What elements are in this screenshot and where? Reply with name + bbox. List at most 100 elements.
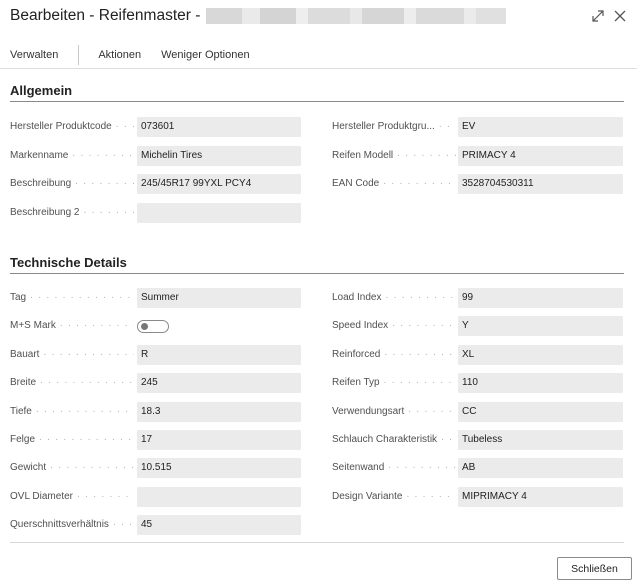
field-label-breite: Breite · · · · · · · · · · · · · · · · ·… [10, 376, 134, 390]
field-label-text: Schlauch Charakteristik [332, 434, 438, 445]
field-value-ovl-diameter[interactable] [137, 486, 301, 507]
label-leader-dots: · · · · · · · · · · · · · · · · · · · · … [408, 405, 456, 417]
field-label-bauart: Bauart · · · · · · · · · · · · · · · · ·… [10, 348, 134, 362]
field-label-text: Tag [10, 292, 27, 303]
field-label-text: Hersteller Produktcode [10, 121, 112, 132]
fewer-options-action[interactable]: Weniger Optionen [161, 49, 249, 61]
field-label-tag: Tag · · · · · · · · · · · · · · · · · · … [10, 291, 134, 305]
field-label-text: Bauart [10, 348, 40, 360]
field-value-reifen-typ[interactable]: 110 [458, 373, 623, 394]
field-value-beschreibung[interactable]: 245/45R17 99YXL PCY4 [137, 174, 301, 194]
field-label-text: Hersteller Produktgru... [332, 121, 435, 132]
window-title-text: Bearbeiten - Reifenmaster - [10, 7, 201, 24]
action-separator [78, 45, 80, 65]
field-label-ovl-diameter: OVL Diameter · · · · · · · · · · · · · ·… [10, 490, 134, 504]
field-value-speed-index[interactable]: Y [458, 316, 623, 337]
field-label-felge: Felge · · · · · · · · · · · · · · · · · … [10, 433, 134, 447]
label-leader-dots: · · · · · · · · · · · · · · · · · · · · … [385, 292, 456, 303]
field-label-text: Gewicht [10, 462, 47, 474]
title-bar: Bearbeiten - Reifenmaster - [0, 0, 637, 36]
field-label-text: Reifen Typ [332, 377, 380, 389]
label-leader-dots: · · · · · · · · · · · · · · · · · · · · … [115, 121, 134, 132]
field-value-querschnittsverhältnis[interactable]: 45 [137, 515, 301, 536]
expand-icon[interactable] [590, 8, 606, 24]
manage-action[interactable]: Verwalten [10, 49, 58, 61]
field-value-hersteller-produktcode[interactable]: 073601 [137, 117, 301, 137]
section-title-general[interactable]: Allgemein [10, 83, 72, 98]
label-leader-dots: · · · · · · · · · · · · · · · · · · · · … [383, 178, 456, 189]
field-value-design-variante[interactable]: MIPRIMACY 4 [458, 486, 623, 507]
field-label-markenname: Markenname · · · · · · · · · · · · · · ·… [10, 149, 134, 163]
label-leader-dots: · · · · · · · · · · · · · · · · · · · · … [438, 121, 456, 132]
field-label-text: Design Variante [332, 490, 403, 502]
field-value-schlauch-charakteristik[interactable]: Tubeless [458, 430, 623, 450]
window-title: Bearbeiten - Reifenmaster - [10, 7, 507, 25]
field-label-seitenwand: Seitenwand · · · · · · · · · · · · · · ·… [332, 461, 456, 475]
field-label-text: Querschnittsverhältnis [10, 519, 109, 531]
label-leader-dots: · · · · · · · · · · · · · · · · · · · · … [112, 519, 134, 531]
field-label-text: Reifen Modell [332, 149, 394, 161]
action-bar: Verwalten Aktionen Weniger Optionen [10, 45, 250, 65]
field-value-verwendungsart[interactable]: CC [458, 401, 623, 422]
toggle-knob [141, 323, 148, 331]
field-value-seitenwand[interactable]: AB [458, 458, 623, 479]
field-label-text: Load Index [332, 292, 382, 303]
field-label-speed-index: Speed Index · · · · · · · · · · · · · · … [332, 319, 456, 333]
field-label-text: Markenname [10, 149, 69, 161]
field-label-design-variante: Design Variante · · · · · · · · · · · · … [332, 490, 456, 504]
field-label-text: Tiefe [10, 405, 32, 417]
section-title-technical[interactable]: Technische Details [10, 255, 127, 270]
field-value-gewicht[interactable]: 10.515 [137, 458, 301, 479]
field-value-hersteller-produktgru[interactable]: EV [458, 117, 623, 137]
field-value-tag[interactable]: Summer [137, 288, 301, 308]
field-label-text: Felge [10, 434, 36, 445]
label-leader-dots: · · · · · · · · · · · · · · · · · · · · … [396, 149, 456, 161]
field-label-querschnittsverhältnis: Querschnittsverhältnis · · · · · · · · ·… [10, 518, 134, 532]
field-label-m-s-mark: M+S Mark · · · · · · · · · · · · · · · ·… [10, 319, 134, 333]
label-leader-dots: · · · · · · · · · · · · · · · · · · · · … [35, 405, 134, 417]
field-label-text: Verwendungsart [332, 405, 405, 417]
field-label-tiefe: Tiefe · · · · · · · · · · · · · · · · · … [10, 405, 134, 419]
field-label-text: Speed Index [332, 320, 389, 332]
field-value-felge[interactable]: 17 [137, 430, 301, 450]
label-leader-dots: · · · · · · · · · · · · · · · · · · · · … [39, 377, 134, 389]
actions-action[interactable]: Aktionen [98, 49, 141, 61]
label-leader-dots: · · · · · · · · · · · · · · · · · · · · … [74, 178, 134, 189]
field-value-reinforced[interactable]: XL [458, 344, 623, 365]
label-leader-dots: · · · · · · · · · · · · · · · · · · · · … [391, 320, 456, 332]
field-value-ean-code[interactable]: 3528704530311 [458, 174, 623, 194]
label-leader-dots: · · · · · · · · · · · · · · · · · · · · … [440, 434, 456, 445]
close-icon[interactable] [612, 8, 628, 24]
field-label-verwendungsart: Verwendungsart · · · · · · · · · · · · ·… [332, 405, 456, 419]
field-value-beschreibung-2[interactable] [137, 202, 301, 223]
field-label-text: Seitenwand [332, 462, 385, 474]
section-divider-technical [10, 273, 624, 274]
field-label-beschreibung: Beschreibung · · · · · · · · · · · · · ·… [10, 177, 134, 191]
field-label-hersteller-produktcode: Hersteller Produktcode · · · · · · · · ·… [10, 120, 134, 134]
field-label-text: OVL Diameter [10, 490, 73, 502]
field-label-text: M+S Mark [10, 320, 56, 332]
field-value-markenname[interactable]: Michelin Tires [137, 145, 301, 166]
field-value-load-index[interactable]: 99 [458, 288, 623, 308]
action-bar-divider [0, 68, 637, 69]
label-leader-dots: · · · · · · · · · · · · · · · · · · · · … [29, 292, 134, 303]
field-value-tiefe[interactable]: 18.3 [137, 401, 301, 422]
label-leader-dots: · · · · · · · · · · · · · · · · · · · · … [59, 320, 134, 332]
field-label-text: Beschreibung [10, 178, 72, 189]
close-button[interactable]: Schließen [557, 557, 632, 580]
label-leader-dots: · · · · · · · · · · · · · · · · · · · · … [76, 490, 134, 502]
field-label-load-index: Load Index · · · · · · · · · · · · · · ·… [332, 291, 456, 305]
label-leader-dots: · · · · · · · · · · · · · · · · · · · · … [72, 149, 134, 161]
field-label-text: Reinforced [332, 348, 381, 360]
footer-divider [10, 542, 624, 543]
label-leader-dots: · · · · · · · · · · · · · · · · · · · · … [388, 462, 456, 474]
field-value-breite[interactable]: 245 [137, 373, 301, 394]
field-label-text: EAN Code [332, 178, 380, 189]
field-value-reifen-modell[interactable]: PRIMACY 4 [458, 145, 623, 166]
ms-mark-toggle[interactable] [137, 320, 169, 334]
field-value-bauart[interactable]: R [137, 344, 301, 365]
label-leader-dots: · · · · · · · · · · · · · · · · · · · · … [38, 434, 134, 445]
label-leader-dots: · · · · · · · · · · · · · · · · · · · · … [384, 348, 456, 360]
label-leader-dots: · · · · · · · · · · · · · · · · · · · · … [43, 348, 134, 360]
section-divider-general [10, 101, 624, 102]
